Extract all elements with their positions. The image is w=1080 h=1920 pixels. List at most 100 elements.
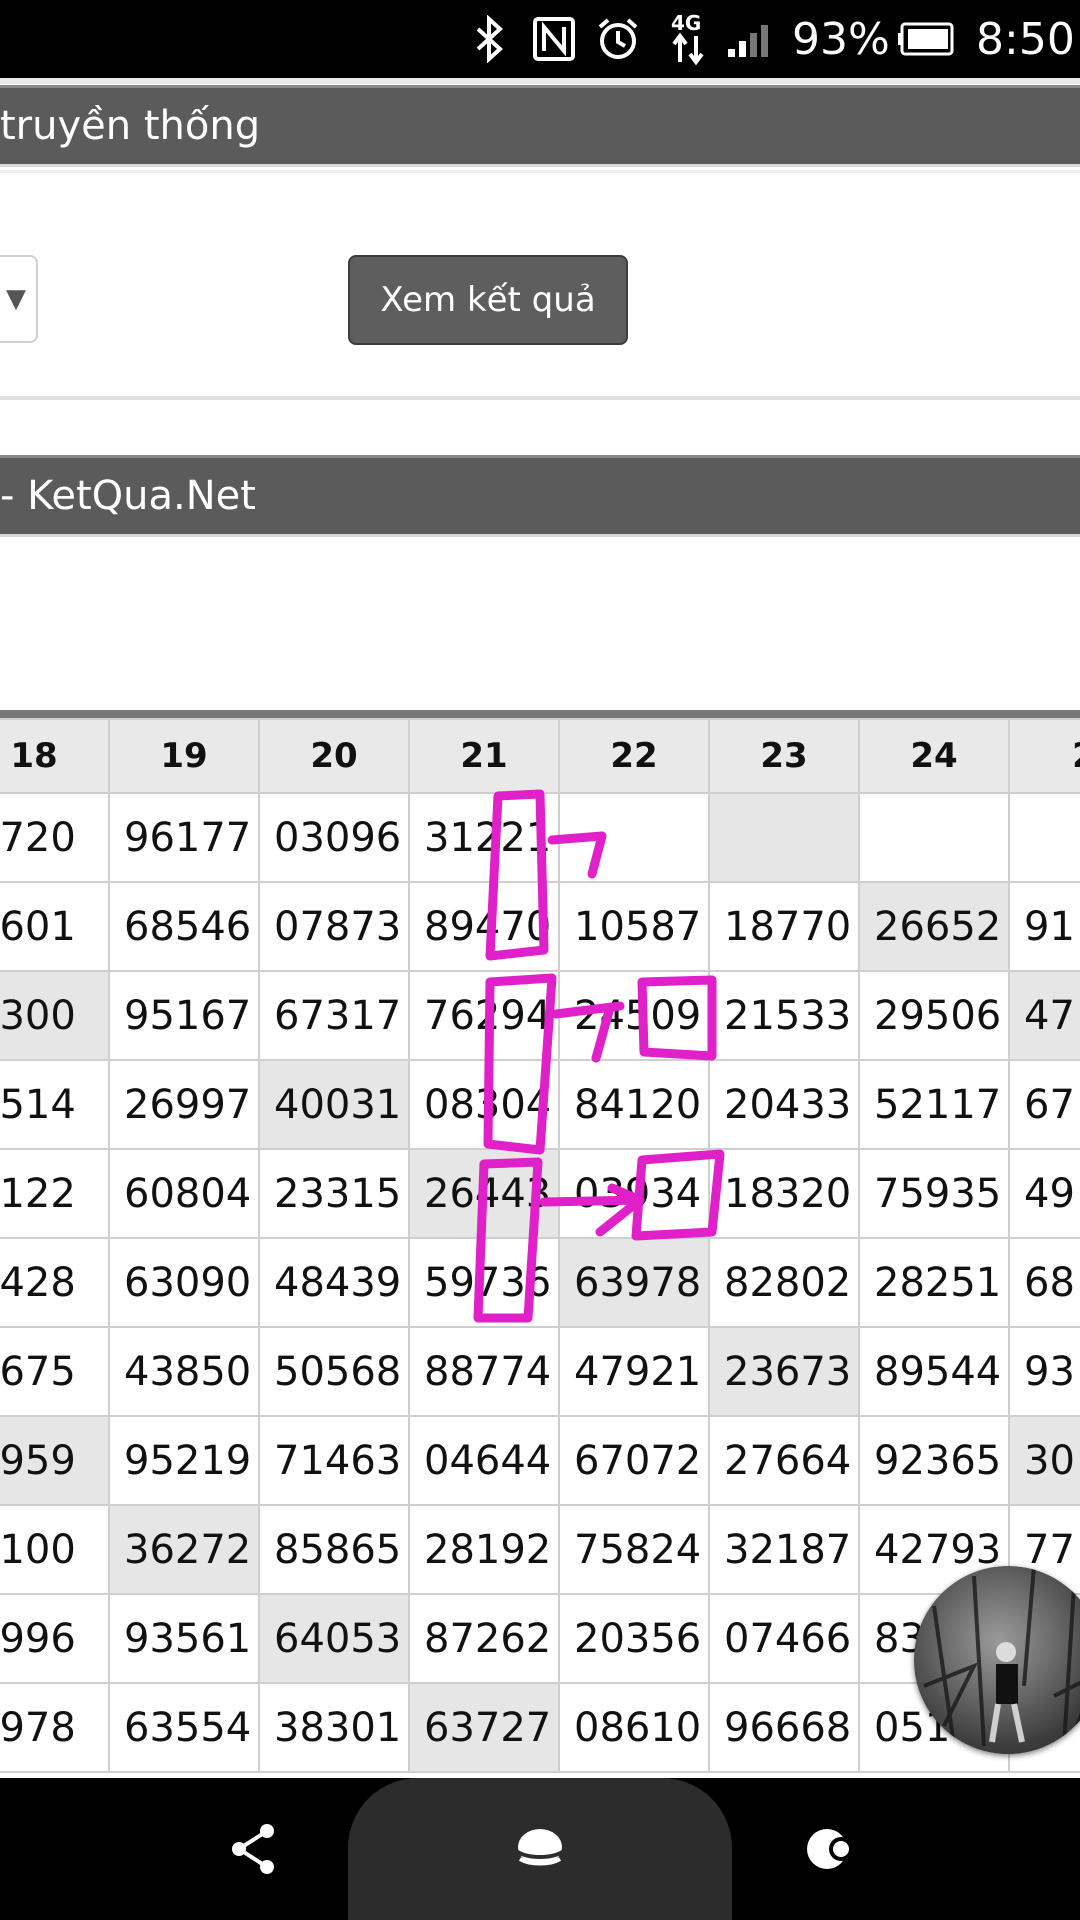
view-results-button[interactable]: Xem kết quả (348, 255, 628, 345)
table-cell: 18770 (708, 881, 860, 972)
table-cell: 32187 (708, 1504, 860, 1595)
table-cell: 67072 (558, 1415, 710, 1506)
table-row: 497863554383016372708610966680512 (0, 1682, 1080, 1773)
table-cell: 6996 (0, 1593, 110, 1684)
table-cell: 93561 (108, 1593, 260, 1684)
column-header: 21 (408, 718, 560, 794)
table-header-row: 18 19 20 21 22 23 24 2 (0, 718, 1080, 794)
table-cell: 26652 (858, 881, 1010, 972)
status-bar: 4G 93% 8:50 (0, 0, 1080, 78)
table-cell: 20356 (558, 1593, 710, 1684)
table-cell: 63554 (108, 1682, 260, 1773)
table-cell: 0428 (0, 1237, 110, 1328)
table-cell: 85865 (258, 1504, 410, 1595)
column-header: 23 (708, 718, 860, 794)
table-cell: 03096 (258, 792, 410, 883)
table-cell: 30 (1008, 1415, 1080, 1506)
table-cell: 29506 (858, 970, 1010, 1061)
table-cell: 08610 (558, 1682, 710, 1773)
table-cell: 38301 (258, 1682, 410, 1773)
table-cell: 95219 (108, 1415, 260, 1506)
column-header: 2 (1008, 718, 1080, 794)
table-cell: 20433 (708, 1059, 860, 1150)
table-cell: 52117 (858, 1059, 1010, 1150)
alarm-icon (594, 0, 642, 78)
table-cell: 88774 (408, 1326, 560, 1417)
table-row: 310036272858652819275824321874279377 (0, 1504, 1080, 1595)
table-cell: 92365 (858, 1415, 1010, 1506)
table-row: 042863090484395973663978828022825168 (0, 1237, 1080, 1328)
table-cell: 75935 (858, 1148, 1010, 1239)
table-cell: 7675 (0, 1326, 110, 1417)
table-cell: 67317 (258, 970, 410, 1061)
battery-percent: 93% (792, 13, 890, 65)
table-cell: 24509 (558, 970, 710, 1061)
table-cell: 40031 (258, 1059, 410, 1150)
bottom-nav (0, 1778, 1080, 1920)
nfc-icon (532, 0, 576, 78)
table-cell: 68546 (108, 881, 260, 972)
table-cell: 5300 (0, 970, 110, 1061)
table-cell: 60804 (108, 1148, 260, 1239)
results-table: 18 19 20 21 22 23 24 2 17209617703096312… (0, 718, 1080, 1773)
table-cell: 47921 (558, 1326, 710, 1417)
table-cell: 63978 (558, 1237, 710, 1328)
table-cell: 64053 (258, 1593, 410, 1684)
table-cell (558, 792, 710, 883)
battery-icon (898, 0, 956, 78)
table-cell: 76294 (408, 970, 560, 1061)
table-cell: 91 (1008, 881, 1080, 972)
table-cell: 08304 (408, 1059, 560, 1150)
table-cell: 4978 (0, 1682, 110, 1773)
table-cell: 03934 (558, 1148, 710, 1239)
table-cell: 87262 (408, 1593, 560, 1684)
date-select[interactable]: ▼ (0, 255, 38, 343)
section-header: truyền thống (0, 85, 1080, 167)
table-cell: 3514 (0, 1059, 110, 1150)
section-header-title: truyền thống (0, 103, 261, 149)
table-cell: 96668 (708, 1682, 860, 1773)
night-mode-icon[interactable] (794, 1814, 864, 1884)
table-cell: 82802 (708, 1237, 860, 1328)
table-cell: 21533 (708, 970, 860, 1061)
column-header: 22 (558, 718, 710, 794)
table-cell: 89470 (408, 881, 560, 972)
table-cell: 07873 (258, 881, 410, 972)
table-cell: 10587 (558, 881, 710, 972)
table-cell: 27664 (708, 1415, 860, 1506)
table-cell (1008, 792, 1080, 883)
table-cell: 93 (1008, 1326, 1080, 1417)
clock: 8:50 (976, 13, 1075, 65)
table-cell (708, 792, 860, 883)
signal-icon (726, 0, 778, 78)
table-cell: 59736 (408, 1237, 560, 1328)
table-cell: 2959 (0, 1415, 110, 1506)
chevron-down-icon: ▼ (6, 284, 26, 314)
table-row: 530095167673177629424509215332950647 (0, 970, 1080, 1061)
table-cell: 8601 (0, 881, 110, 972)
table-cell: 23673 (708, 1326, 860, 1417)
table-cell: 1720 (0, 792, 110, 883)
column-header: 24 (858, 718, 1010, 794)
table-cell: 23315 (258, 1148, 410, 1239)
svg-text:4G: 4G (671, 11, 701, 35)
table-cell: 3100 (0, 1504, 110, 1595)
table-cell: 07466 (708, 1593, 860, 1684)
table-cell: 18320 (708, 1148, 860, 1239)
browser-icon[interactable] (505, 1814, 575, 1884)
table-cell: 68 (1008, 1237, 1080, 1328)
results-header-title: - KetQua.Net (0, 473, 256, 519)
table-cell: 63090 (108, 1237, 260, 1328)
results-table-container[interactable]: 18 19 20 21 22 23 24 2 17209617703096312… (0, 710, 1080, 1778)
table-cell: 89544 (858, 1326, 1010, 1417)
table-cell: 9122 (0, 1148, 110, 1239)
table-row: 1720961770309631221 (0, 792, 1080, 883)
share-icon[interactable] (220, 1814, 290, 1884)
table-cell: 48439 (258, 1237, 410, 1328)
results-header: - KetQua.Net (0, 455, 1080, 537)
column-header: 18 (0, 718, 110, 794)
table-row: 295995219714630464467072276649236530 (0, 1415, 1080, 1506)
table-cell: 95167 (108, 970, 260, 1061)
table-cell: 36272 (108, 1504, 260, 1595)
table-cell: 28251 (858, 1237, 1010, 1328)
